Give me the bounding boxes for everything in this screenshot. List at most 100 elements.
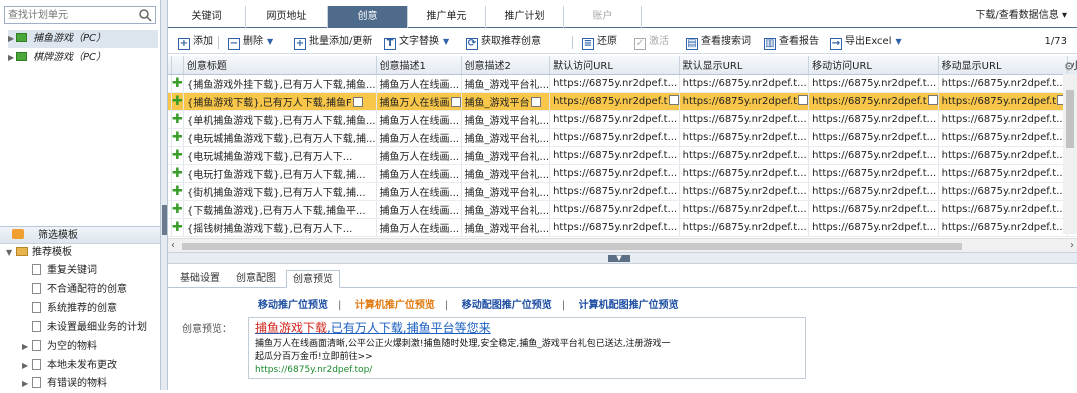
table-cell[interactable]: https://6875y.nr2dpef.t...	[679, 128, 810, 147]
table-cell[interactable]: https://6875y.nr2dpef.t...	[549, 200, 680, 219]
table-cell[interactable]: 捕鱼万人在线画...	[376, 164, 462, 183]
table-cell[interactable]: https://6875y.nr2dpef.t...	[549, 182, 680, 201]
column-header[interactable]: 创意描述2	[461, 56, 551, 75]
table-cell[interactable]: https://6875y.nr2dpef.t	[679, 92, 810, 111]
splitter-handle[interactable]	[162, 205, 167, 235]
plan-search-box[interactable]	[4, 6, 156, 24]
table-cell[interactable]: 捕鱼万人在线画...	[376, 74, 462, 93]
dropdown-arrow-icon[interactable]: ▼	[267, 37, 273, 46]
tab-urls[interactable]: 网页地址	[246, 6, 328, 28]
horizontal-scrollbar[interactable]: ‹ ›	[168, 238, 1077, 252]
table-cell[interactable]: https://6875y.nr2dpef.t...	[549, 218, 680, 237]
table-cell[interactable]: https://6875y.nr2dpef.t	[549, 92, 680, 111]
table-cell[interactable]: https://6875y.nr2dpef.t...	[808, 218, 939, 237]
folder-item[interactable]: ▶ 有错误的物料	[22, 375, 107, 393]
table-cell[interactable]: https://6875y.nr2dpef.t...	[938, 218, 1069, 237]
expand-plus-icon[interactable]: ✚	[171, 110, 184, 129]
tab-creative-preview[interactable]: 创意预览	[286, 270, 340, 288]
column-header[interactable]: 默认访问URL	[549, 56, 680, 75]
filter-item[interactable]: 系统推荐的创意	[32, 300, 117, 318]
table-cell[interactable]: https://6875y.nr2dpef.t...	[938, 200, 1069, 219]
table-cell[interactable]: https://6875y.nr2dpef.t...	[679, 146, 810, 165]
delete-button[interactable]: − 删除 ▼	[228, 33, 273, 51]
expand-plus-icon[interactable]: ✚	[171, 128, 184, 147]
filter-item[interactable]: 不合通配符的创意	[32, 281, 127, 299]
table-cell[interactable]: 捕鱼万人在线画...	[376, 218, 462, 237]
restore-button[interactable]: ≡ 还原	[582, 33, 617, 51]
preview-link-mobile[interactable]: 移动推广位预览	[258, 300, 328, 311]
preview-link-mobile-image[interactable]: 移动配图推广位预览	[462, 300, 552, 311]
table-cell[interactable]: {捕鱼游戏外挂下载},已有万人下载,捕鱼...	[183, 74, 377, 93]
table-row[interactable]: ✚ {电玩打鱼游戏下载},已有万人下载,捕... 捕鱼万人在线画... 捕鱼_游戏平台…	[168, 164, 1077, 183]
table-cell[interactable]: https://6875y.nr2dpef.t...	[938, 128, 1069, 147]
table-cell[interactable]: 捕鱼_游戏平台礼...	[461, 164, 551, 183]
table-cell[interactable]: https://6875y.nr2dpef.t	[808, 92, 939, 111]
collapse-down-icon[interactable]: ▼	[608, 255, 630, 262]
tab-units[interactable]: 推广单元	[408, 6, 486, 28]
table-cell[interactable]: https://6875y.nr2dpef.t...	[808, 146, 939, 165]
folder-item[interactable]: ▶ 本地未发布更改	[22, 357, 117, 375]
expand-plus-icon[interactable]: ✚	[171, 200, 184, 219]
gear-icon[interactable]: ⚙	[1061, 59, 1077, 75]
search-icon[interactable]	[138, 8, 152, 22]
edit-icon[interactable]	[927, 95, 938, 105]
table-cell[interactable]: https://6875y.nr2dpef.t...	[679, 110, 810, 129]
table-row[interactable]: ✚ {捕鱼游戏外挂下载},已有万人下载,捕鱼... 捕鱼万人在线画... 捕鱼_游戏平…	[168, 74, 1077, 93]
add-button[interactable]: + 添加	[178, 33, 213, 51]
table-row[interactable]: ✚ {下载捕鱼游戏},已有万人下载,捕鱼平... 捕鱼万人在线画... 捕鱼_游戏平台…	[168, 200, 1077, 219]
dropdown-arrow-icon[interactable]: ▼	[443, 37, 449, 46]
dropdown-arrow-icon[interactable]: ▼	[896, 37, 902, 46]
table-cell[interactable]: 捕鱼_游戏平台礼...	[461, 74, 551, 93]
vertical-scrollbar[interactable]	[1063, 74, 1077, 234]
table-cell[interactable]: {摇钱树捕鱼游戏下载},已有万人下...	[183, 218, 377, 237]
table-cell[interactable]: {电玩打鱼游戏下载},已有万人下载,捕...	[183, 164, 377, 183]
table-cell[interactable]: https://6875y.nr2dpef.t...	[808, 200, 939, 219]
table-cell[interactable]: https://6875y.nr2dpef.t...	[679, 182, 810, 201]
table-cell[interactable]: 捕鱼_游戏平台礼...	[461, 146, 551, 165]
filter-group-recommended[interactable]: ▼ 推荐模板	[6, 244, 72, 262]
expand-arrow-icon[interactable]: ▶	[8, 30, 16, 48]
batch-add-button[interactable]: + 批量添加/更新	[294, 33, 372, 51]
edit-icon[interactable]	[352, 96, 363, 107]
table-cell[interactable]: https://6875y.nr2dpef.t...	[679, 218, 810, 237]
table-cell[interactable]: https://6875y.nr2dpef.t...	[549, 164, 680, 183]
expand-arrow-icon[interactable]: ▶	[8, 49, 16, 67]
filter-template-header[interactable]: 筛选模板	[0, 226, 160, 244]
expand-plus-icon[interactable]: ✚	[171, 218, 184, 237]
tree-item-plan-2[interactable]: ▶ 棋牌游戏（PC）	[8, 49, 158, 67]
tree-item-plan-1[interactable]: ▶ 捕鱼游戏（PC）	[8, 30, 158, 48]
table-cell[interactable]: 捕鱼万人在线画...	[376, 146, 462, 165]
panel-divider[interactable]: ▼	[168, 252, 1077, 264]
ad-title[interactable]: 捕鱼游戏下载,已有万人下载,捕鱼平台等您来	[255, 320, 799, 336]
table-cell[interactable]: 捕鱼万人在线画...	[376, 128, 462, 147]
table-cell[interactable]: https://6875y.nr2dpef.t...	[549, 74, 680, 93]
table-cell[interactable]: https://6875y.nr2dpef.t...	[808, 110, 939, 129]
table-cell[interactable]: 捕鱼万人在线画...	[376, 110, 462, 129]
table-cell[interactable]: 捕鱼_游戏平台礼...	[461, 128, 551, 147]
table-cell[interactable]: https://6875y.nr2dpef.t	[938, 92, 1069, 111]
edit-icon[interactable]	[798, 95, 808, 105]
table-row[interactable]: ✚ {摇钱树捕鱼游戏下载},已有万人下... 捕鱼万人在线画... 捕鱼_游戏平台礼.…	[168, 218, 1077, 237]
column-header[interactable]: 移动显示URL	[938, 56, 1069, 75]
table-row[interactable]: ✚ {单机捕鱼游戏下载},已有万人下载,捕鱼... 捕鱼万人在线画... 捕鱼_游戏平…	[168, 110, 1077, 129]
tab-creative-image[interactable]: 创意配图	[230, 270, 282, 288]
table-cell[interactable]: {电玩城捕鱼游戏下载},已有万人下...	[183, 146, 377, 165]
table-cell[interactable]: 捕鱼_游戏平台礼...	[461, 218, 551, 237]
table-cell[interactable]: 捕鱼万人在线画...	[376, 182, 462, 201]
expand-arrow-icon[interactable]: ▶	[22, 338, 32, 356]
table-cell[interactable]: https://6875y.nr2dpef.t...	[549, 146, 680, 165]
expand-plus-icon[interactable]: ✚	[171, 74, 184, 93]
view-search-terms-button[interactable]: ▤ 查看搜索词	[686, 33, 751, 51]
table-row[interactable]: ✚ {电玩城捕鱼游戏下载},已有万人下载,捕... 捕鱼万人在线画... 捕鱼_游戏平…	[168, 128, 1077, 147]
table-cell[interactable]: https://6875y.nr2dpef.t...	[938, 182, 1069, 201]
table-cell[interactable]: https://6875y.nr2dpef.t...	[808, 164, 939, 183]
expand-arrow-icon[interactable]: ▶	[22, 375, 32, 393]
table-cell[interactable]: 捕鱼万人在线画	[376, 92, 462, 111]
table-cell[interactable]: https://6875y.nr2dpef.t...	[679, 74, 810, 93]
view-report-button[interactable]: ▥ 查看报告	[764, 33, 819, 51]
table-cell[interactable]: https://6875y.nr2dpef.t...	[679, 164, 810, 183]
table-cell[interactable]: 捕鱼_游戏平台礼...	[461, 200, 551, 219]
table-cell[interactable]: https://6875y.nr2dpef.t...	[808, 128, 939, 147]
table-cell[interactable]: https://6875y.nr2dpef.t...	[938, 164, 1069, 183]
table-cell[interactable]: https://6875y.nr2dpef.t...	[938, 146, 1069, 165]
